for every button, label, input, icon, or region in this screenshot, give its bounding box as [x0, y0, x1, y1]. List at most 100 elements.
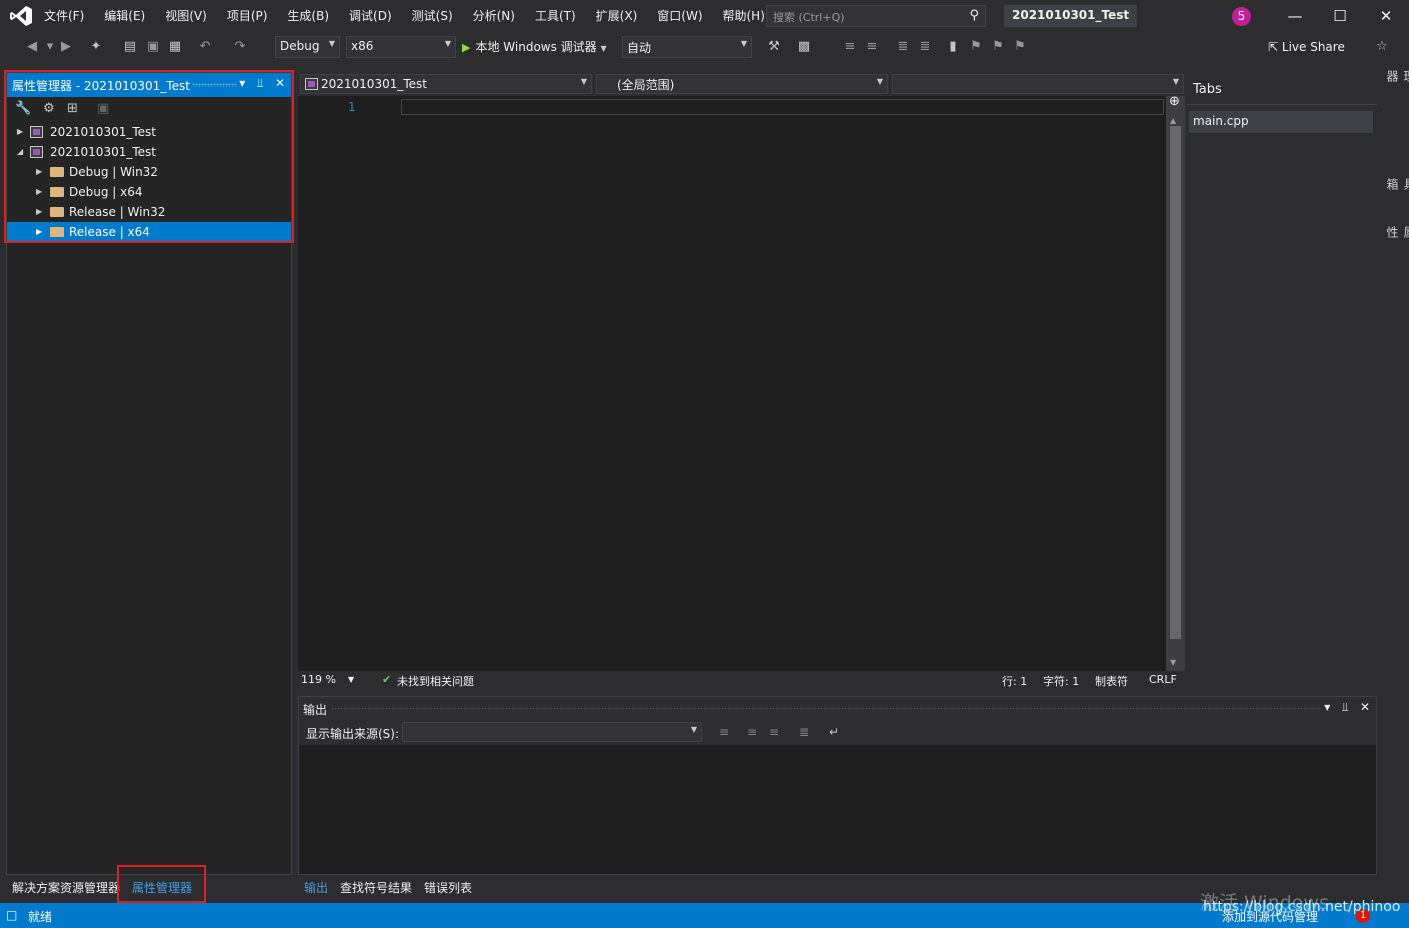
menu-analyze[interactable]: 分析(N)	[463, 0, 525, 33]
menu-test[interactable]: 测试(S)	[402, 0, 463, 33]
tree-item-config[interactable]: ▶ Debug | Win32	[7, 162, 291, 182]
bookmark-icon[interactable]: ▮	[945, 39, 961, 55]
uncomment-icon[interactable]: ≣	[917, 39, 933, 55]
expand-icon[interactable]: ▶	[36, 182, 42, 202]
expand-icon[interactable]: ▶	[17, 122, 23, 142]
align-left-icon[interactable]: ≡	[842, 39, 858, 55]
menu-extensions[interactable]: 扩展(X)	[586, 0, 648, 33]
collapse-icon[interactable]: ◢	[17, 142, 23, 162]
word-wrap-icon[interactable]: ↵	[829, 725, 839, 739]
tab-find-symbol-results[interactable]: 查找符号结果	[340, 879, 412, 896]
menu-window[interactable]: 窗口(W)	[647, 0, 712, 33]
pin-icon[interactable]: ⫫	[1342, 700, 1349, 714]
pin-icon[interactable]: ⫫	[257, 76, 264, 90]
prev-bookmark-icon[interactable]: ⚑	[968, 39, 984, 55]
menu-file[interactable]: 文件(F)	[34, 0, 94, 33]
open-folder-icon[interactable]: ▤	[122, 39, 138, 55]
dropdown-arrow-icon[interactable]: ▾	[42, 39, 58, 55]
expand-icon[interactable]: ▶	[36, 162, 42, 182]
tab-item-main-cpp[interactable]: main.cpp	[1189, 111, 1373, 133]
save-icon[interactable]: ▣	[145, 39, 161, 55]
tabs-panel: Tabs main.cpp	[1187, 73, 1377, 688]
status-text: 就绪	[28, 910, 53, 924]
find-message-icon[interactable]: ≡	[719, 725, 729, 739]
undo-icon[interactable]: ↶	[197, 39, 213, 55]
tab-output[interactable]: 输出	[304, 879, 328, 896]
tab-solution-explorer[interactable]: 解决方案资源管理器	[12, 879, 120, 896]
tree-item-project[interactable]: ◢ 2021010301_Test	[7, 142, 291, 162]
save-icon[interactable]: ▣	[97, 101, 109, 116]
notification-badge[interactable]: 5	[1232, 7, 1251, 26]
minimize-button[interactable]: —	[1285, 6, 1305, 26]
menu-build[interactable]: 生成(B)	[277, 0, 339, 33]
menu-view[interactable]: 视图(V)	[155, 0, 217, 33]
platform-select[interactable]: x86 ▼	[346, 36, 456, 58]
clear-bookmarks-icon[interactable]: ⚑	[1012, 39, 1028, 55]
scroll-down-icon[interactable]: ▼	[1170, 658, 1176, 667]
drag-grip[interactable]	[192, 83, 237, 87]
clear-all-icon[interactable]: ≣	[799, 725, 809, 739]
chevron-down-icon[interactable]: ▼	[348, 675, 354, 684]
side-tab-properties[interactable]: 属性	[1384, 226, 1409, 238]
project-scope-select[interactable]: 2021010301_Test ▼	[300, 74, 592, 94]
add-property-sheet-icon[interactable]: ⚙	[43, 101, 55, 116]
split-icon[interactable]: ⊕	[1169, 94, 1180, 109]
forward-icon[interactable]: ▶	[58, 39, 74, 55]
new-project-icon[interactable]: ✦	[88, 39, 104, 55]
chevron-down-icon: ▼	[444, 39, 451, 48]
auto-select[interactable]: 自动 ▼	[622, 36, 752, 58]
add-existing-sheet-icon[interactable]: ⊞	[67, 101, 78, 116]
issues-status[interactable]: 未找到相关问题	[397, 673, 474, 689]
screenshot-icon[interactable]: ▩	[796, 39, 812, 55]
side-tab-toolbox[interactable]: 工具箱	[1384, 178, 1409, 190]
expand-icon[interactable]: ▶	[36, 202, 42, 222]
side-tab-server-explorer[interactable]: 服务器资源管理器	[1384, 70, 1409, 82]
tab-error-list[interactable]: 错误列表	[424, 879, 472, 896]
tab-property-manager[interactable]: 属性管理器	[132, 879, 192, 896]
output-source-select[interactable]: ▼	[402, 722, 702, 742]
zoom-select[interactable]: 119 %	[301, 673, 336, 686]
search-input[interactable]: 搜索 (Ctrl+Q) ⚲	[766, 5, 986, 27]
back-icon[interactable]: ◀	[24, 39, 40, 55]
properties-wrench-icon[interactable]: 🔧	[15, 101, 31, 116]
tabs-mode[interactable]: 制表符	[1095, 673, 1128, 689]
feedback-icon[interactable]: ☆	[1374, 39, 1390, 55]
tree-item-label: 2021010301_Test	[50, 125, 156, 139]
tree-item-config-selected[interactable]: ▶ Release | x64	[7, 222, 291, 242]
code-editor[interactable]: 1	[298, 96, 1166, 671]
menu-tools[interactable]: 工具(T)	[525, 0, 586, 33]
close-window-button[interactable]: ✕	[1376, 6, 1396, 26]
redo-icon[interactable]: ↷	[232, 39, 248, 55]
member-select[interactable]: ▼	[892, 74, 1184, 94]
scrollbar-thumb[interactable]	[1170, 126, 1181, 639]
tree-item-config[interactable]: ▶ Release | Win32	[7, 202, 291, 222]
tree-item-project[interactable]: ▶ 2021010301_Test	[7, 122, 291, 142]
drag-grip[interactable]	[331, 707, 1321, 710]
scroll-up-icon[interactable]: ▲	[1170, 116, 1176, 125]
menu-edit[interactable]: 编辑(E)	[94, 0, 155, 33]
configuration-select[interactable]: Debug ▼	[275, 36, 340, 58]
start-debugger-button[interactable]: ▶ 本地 Windows 调试器 ▼	[462, 38, 607, 56]
maximize-button[interactable]: ☐	[1330, 6, 1350, 26]
save-all-icon[interactable]: ▦	[167, 39, 183, 55]
menu-debug[interactable]: 调试(D)	[339, 0, 402, 33]
tree-item-config[interactable]: ▶ Debug | x64	[7, 182, 291, 202]
scope-select[interactable]: (全局范围) ▼	[596, 74, 888, 94]
chevron-down-icon[interactable]: ▾	[239, 76, 245, 90]
live-share-button[interactable]: ⇱ Live Share	[1268, 40, 1345, 54]
line-ending[interactable]: CRLF	[1149, 673, 1177, 686]
expand-icon[interactable]: ▶	[36, 222, 42, 242]
prev-message-icon[interactable]: ≡	[747, 725, 757, 739]
folder-icon	[50, 227, 64, 237]
align-right-icon[interactable]: ≡	[864, 39, 880, 55]
menu-project[interactable]: 项目(P)	[217, 0, 278, 33]
find-in-files-icon[interactable]: ⚒	[766, 39, 782, 55]
chevron-down-icon[interactable]: ▾	[1324, 700, 1330, 714]
close-icon[interactable]: ✕	[275, 76, 285, 90]
output-text-area[interactable]	[299, 745, 1376, 874]
close-icon[interactable]: ✕	[1360, 700, 1370, 714]
next-bookmark-icon[interactable]: ⚑	[990, 39, 1006, 55]
comment-icon[interactable]: ≣	[895, 39, 911, 55]
editor-vertical-scrollbar[interactable]: ⊕ ▲ ▼	[1166, 94, 1185, 671]
next-message-icon[interactable]: ≡	[769, 725, 779, 739]
